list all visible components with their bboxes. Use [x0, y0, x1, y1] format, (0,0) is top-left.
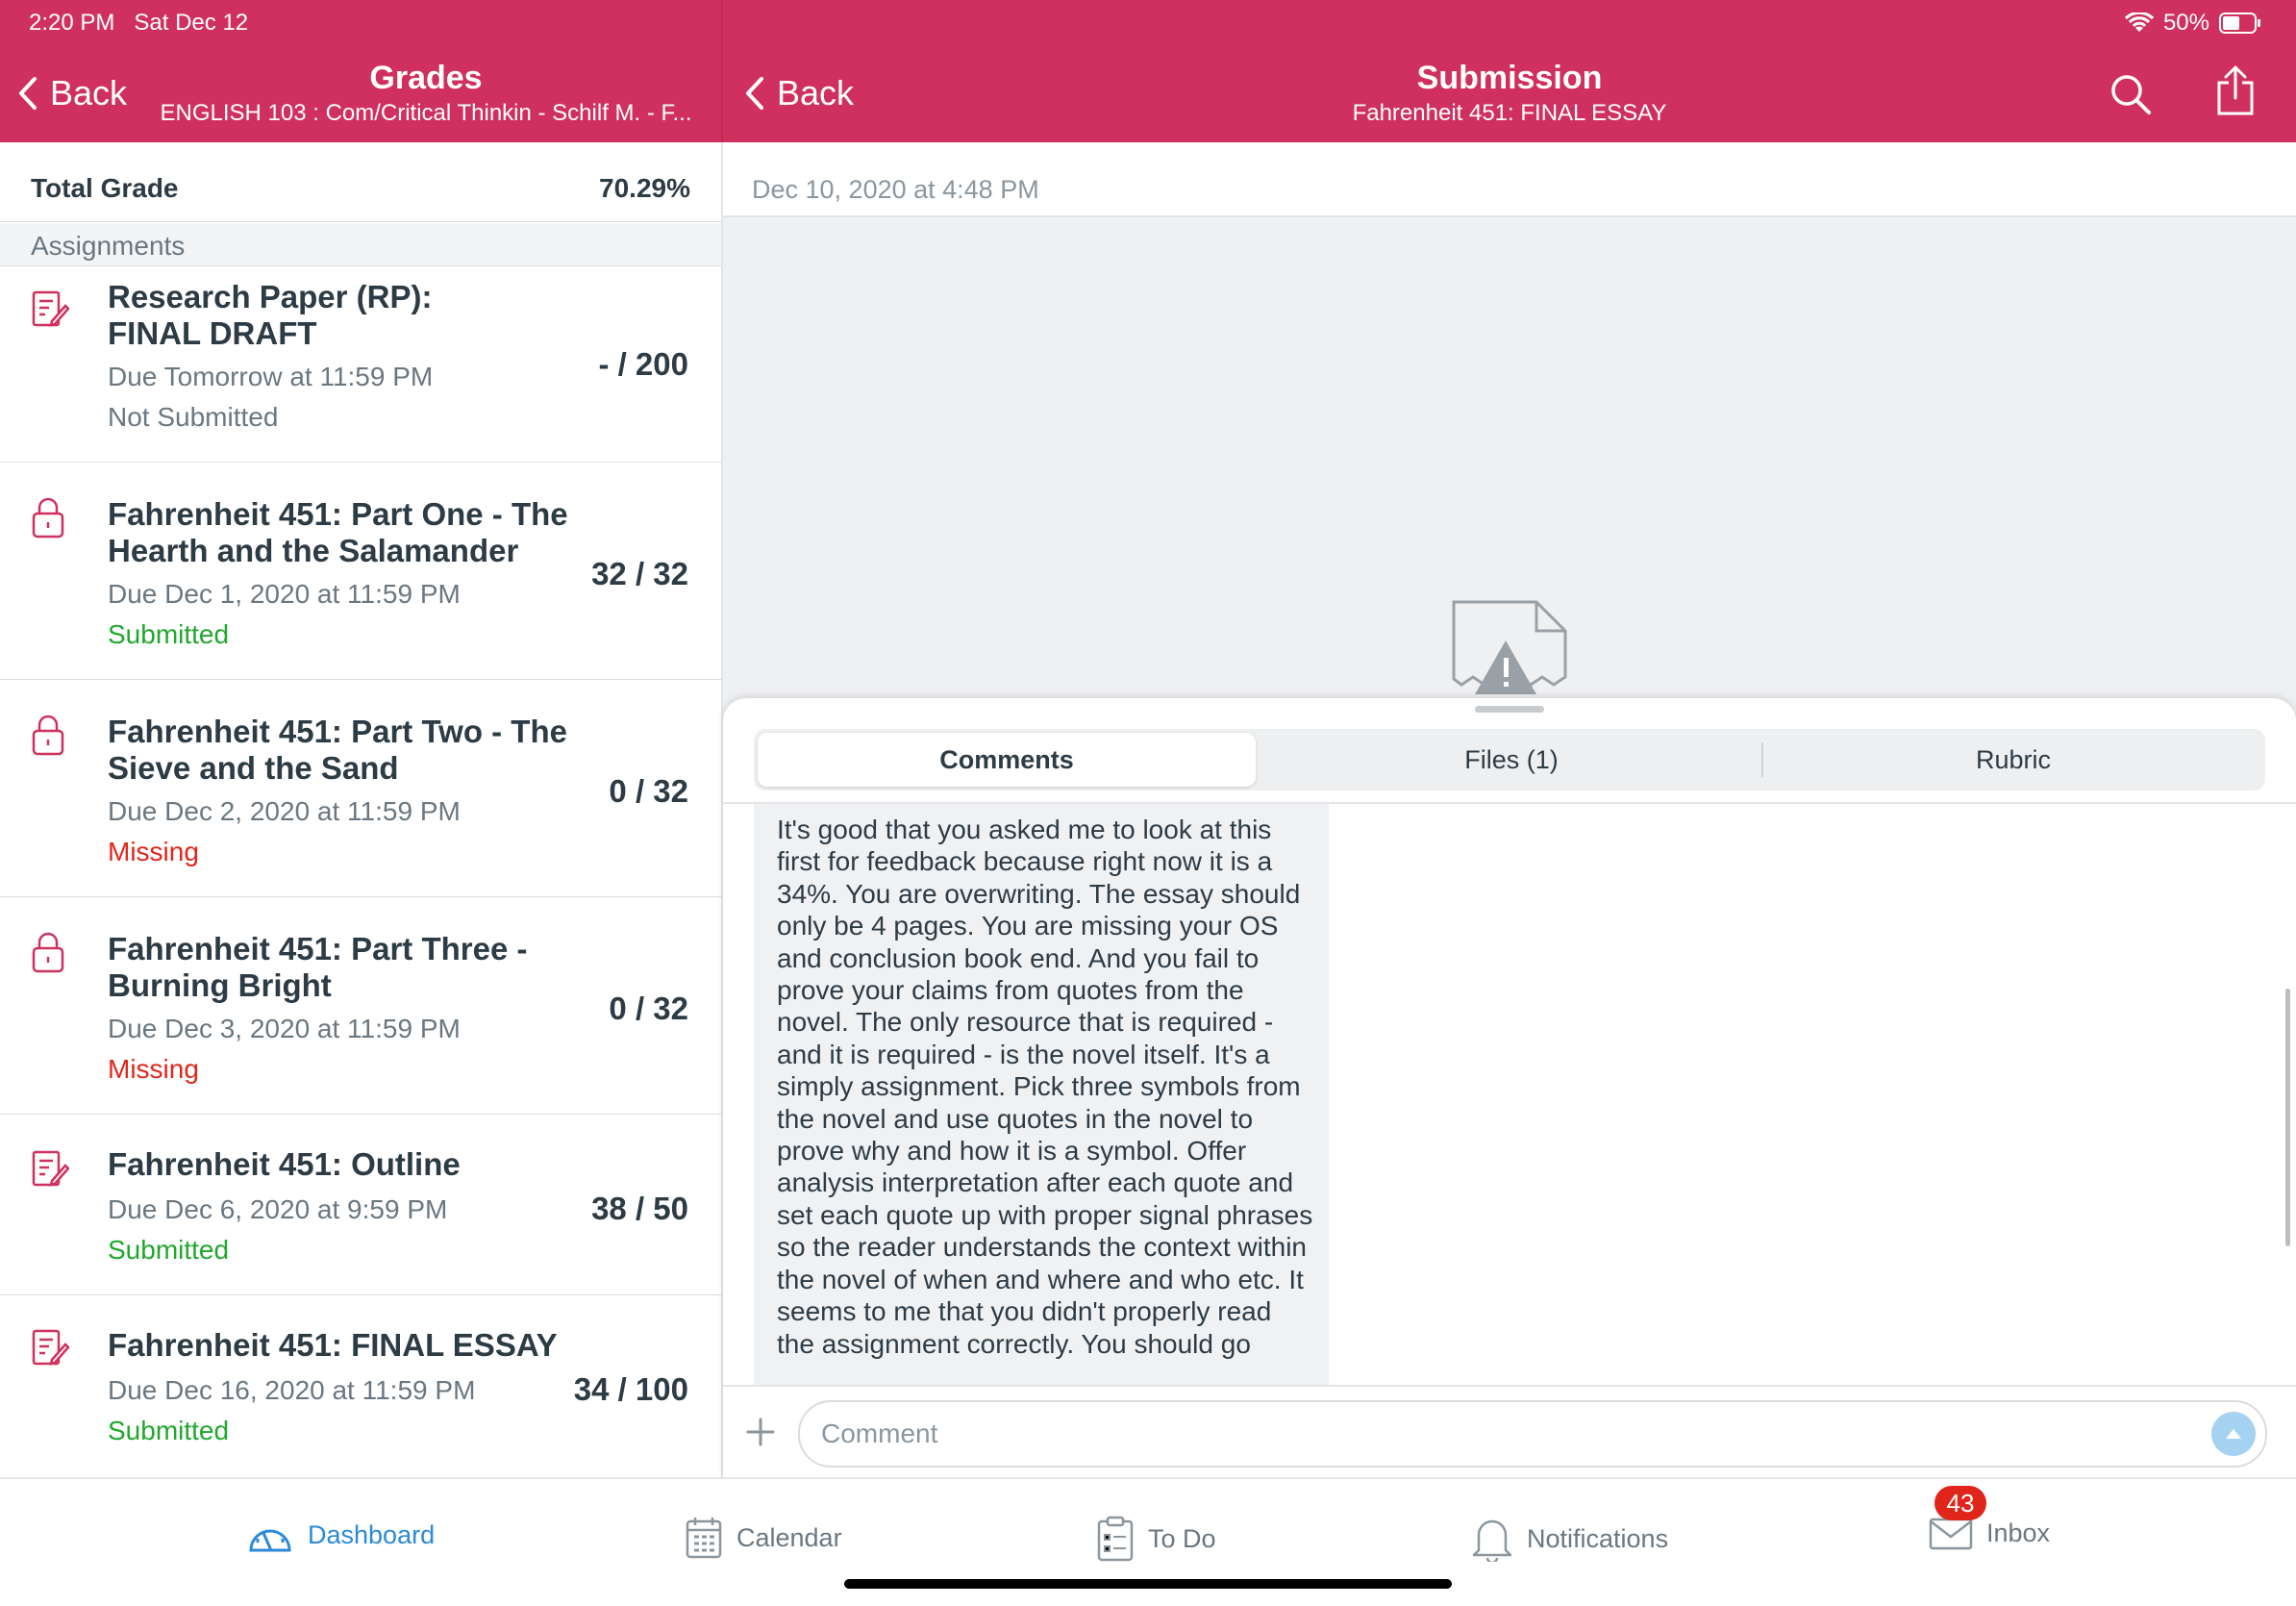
comment-field — [798, 1400, 2267, 1468]
tab-inbox[interactable]: Inbox — [1929, 1516, 2050, 1550]
back-label: Back — [777, 73, 855, 113]
submission-date: Dec 10, 2020 at 4:48 PM — [752, 175, 1039, 204]
chevron-left-icon — [746, 77, 763, 110]
assignment-row[interactable]: Fahrenheit 451: FINAL ESSAY Due Dec 16, … — [0, 1294, 721, 1477]
course-subtitle: ENGLISH 103 : Com/Critical Thinkin - Sch… — [160, 100, 692, 126]
grades-title: Grades — [369, 60, 483, 96]
assignment-name: Fahrenheit 451: FINAL ESSAY — [108, 1327, 558, 1363]
header-divider — [721, 0, 723, 142]
assignment-score: 0 / 32 — [609, 773, 688, 809]
assignment-due: Due Dec 3, 2020 at 11:59 PM — [108, 1014, 461, 1043]
app-header: 2:20 PM Sat Dec 12 50% Back Grades ENGLI… — [0, 0, 2296, 142]
assignment-score: 0 / 32 — [609, 991, 688, 1026]
search-icon[interactable] — [2109, 73, 2152, 115]
home-indicator[interactable] — [844, 1579, 1452, 1589]
tab-calendar[interactable]: Calendar — [685, 1516, 842, 1560]
inbox-icon — [1929, 1518, 1973, 1550]
submission-tabs: Comments Files (1) Rubric — [754, 729, 2265, 790]
assignment-score: 34 / 100 — [573, 1371, 688, 1407]
assignments-section-header: Assignments — [0, 223, 721, 266]
assignment-name: Fahrenheit 451: Part One - The Hearth and… — [108, 496, 568, 568]
tab-label: Calendar — [736, 1522, 842, 1552]
battery-icon — [2219, 13, 2260, 34]
submission-title: Submission — [1416, 60, 1603, 96]
total-grade-row: Total Grade 70.29% — [0, 142, 721, 222]
wifi-icon — [2124, 13, 2154, 32]
share-icon[interactable] — [2215, 65, 2256, 115]
comment-bubble: It's good that you asked me to look at t… — [754, 804, 1329, 1385]
chevron-left-icon — [19, 77, 37, 110]
assignment-name: Fahrenheit 451: Part Two - The Sieve and … — [108, 714, 567, 786]
lock-icon — [32, 932, 64, 973]
dashboard-icon — [249, 1529, 291, 1552]
submission-back-button[interactable]: Back — [744, 73, 854, 113]
composer-divider — [723, 1385, 2296, 1387]
assignment-status: Submitted — [108, 619, 230, 649]
total-grade-value: 70.29% — [599, 173, 690, 203]
grades-pane: Total Grade 70.29% Assignments Research … — [0, 142, 721, 1477]
total-grade-label: Total Grade — [31, 173, 179, 203]
assignment-status: Missing — [108, 1054, 199, 1084]
assignment-name: Research Paper (RP): FINAL DRAFT — [108, 279, 433, 351]
assignment-icon — [32, 290, 69, 327]
comments-scrollbar[interactable] — [2285, 989, 2290, 1246]
assignment-row[interactable]: Fahrenheit 451: Part One - The Hearth and… — [0, 462, 721, 680]
comment-text: It's good that you asked me to look at t… — [777, 815, 1313, 1359]
lock-icon — [32, 715, 64, 756]
tab-todo[interactable]: To Do — [1096, 1516, 1216, 1562]
tab-label: Dashboard — [308, 1519, 436, 1549]
lock-icon — [32, 497, 64, 539]
assignment-row[interactable]: Fahrenheit 451: Part Two - The Sieve and … — [0, 679, 721, 897]
assignment-name: Fahrenheit 451: Outline — [108, 1146, 461, 1182]
assignment-score: 32 / 32 — [591, 556, 688, 591]
assignment-row[interactable]: Fahrenheit 451: Outline Due Dec 6, 2020 … — [0, 1114, 721, 1295]
tab-label: To Do — [1148, 1523, 1216, 1553]
sheet-drag-handle[interactable] — [1475, 706, 1544, 713]
grades-back-button[interactable]: Back — [17, 73, 127, 113]
assignment-icon — [32, 1329, 69, 1366]
tab-notifications[interactable]: Notifications — [1471, 1516, 1668, 1562]
tab-rubric[interactable]: Rubric — [1765, 733, 2261, 787]
status-right: 50% — [2124, 10, 2261, 37]
section-label: Assignments — [31, 231, 186, 261]
back-label: Back — [50, 73, 128, 113]
tab-separator — [1761, 742, 1763, 777]
tab-dashboard[interactable]: Dashboard — [246, 1516, 435, 1554]
tab-comments[interactable]: Comments — [758, 733, 1256, 787]
assignment-score: 38 / 50 — [591, 1191, 688, 1226]
tab-files[interactable]: Files (1) — [1263, 733, 1759, 787]
inbox-badge: 43 — [1934, 1486, 1986, 1520]
send-button[interactable] — [2211, 1412, 2256, 1456]
assignment-status: Submitted — [108, 1416, 230, 1445]
assignment-due: Due Dec 6, 2020 at 9:59 PM — [108, 1194, 448, 1224]
todo-icon — [1097, 1516, 1134, 1562]
battery-percent: 50% — [2162, 10, 2209, 36]
assignment-status: Missing — [108, 837, 199, 866]
add-attachment-icon[interactable] — [746, 1418, 775, 1446]
comment-input[interactable] — [819, 1412, 2169, 1456]
assignment-due: Due Dec 1, 2020 at 11:59 PM — [108, 579, 461, 609]
tab-label: Notifications — [1527, 1523, 1669, 1553]
submission-subtitle: Fahrenheit 451: FINAL ESSAY — [1352, 100, 1667, 126]
tab-label: Inbox — [1986, 1518, 2051, 1547]
assignment-row[interactable]: Research Paper (RP): FINAL DRAFT Due Tomo… — [0, 267, 721, 463]
submission-preview — [723, 215, 2296, 717]
assignment-due: Due Tomorrow at 11:59 PM — [108, 362, 434, 391]
assignment-score: - / 200 — [598, 346, 688, 382]
assignment-due: Due Dec 16, 2020 at 11:59 PM — [108, 1375, 476, 1405]
assignment-due: Due Dec 2, 2020 at 11:59 PM — [108, 796, 461, 826]
assignment-icon — [32, 1150, 69, 1187]
bell-icon — [1472, 1519, 1512, 1562]
assignment-row[interactable]: Fahrenheit 451: Part Three - Burning Brig… — [0, 896, 721, 1115]
assignment-status: Not Submitted — [108, 402, 279, 432]
broken-file-icon — [1452, 600, 1567, 694]
calendar-icon — [686, 1518, 722, 1559]
assignment-status: Submitted — [108, 1235, 230, 1265]
assignment-name: Fahrenheit 451: Part Three - Burning Brig… — [108, 931, 528, 1003]
send-arrow-icon — [2226, 1429, 2241, 1439]
status-time: 2:20 PM Sat Dec 12 — [29, 10, 249, 36]
